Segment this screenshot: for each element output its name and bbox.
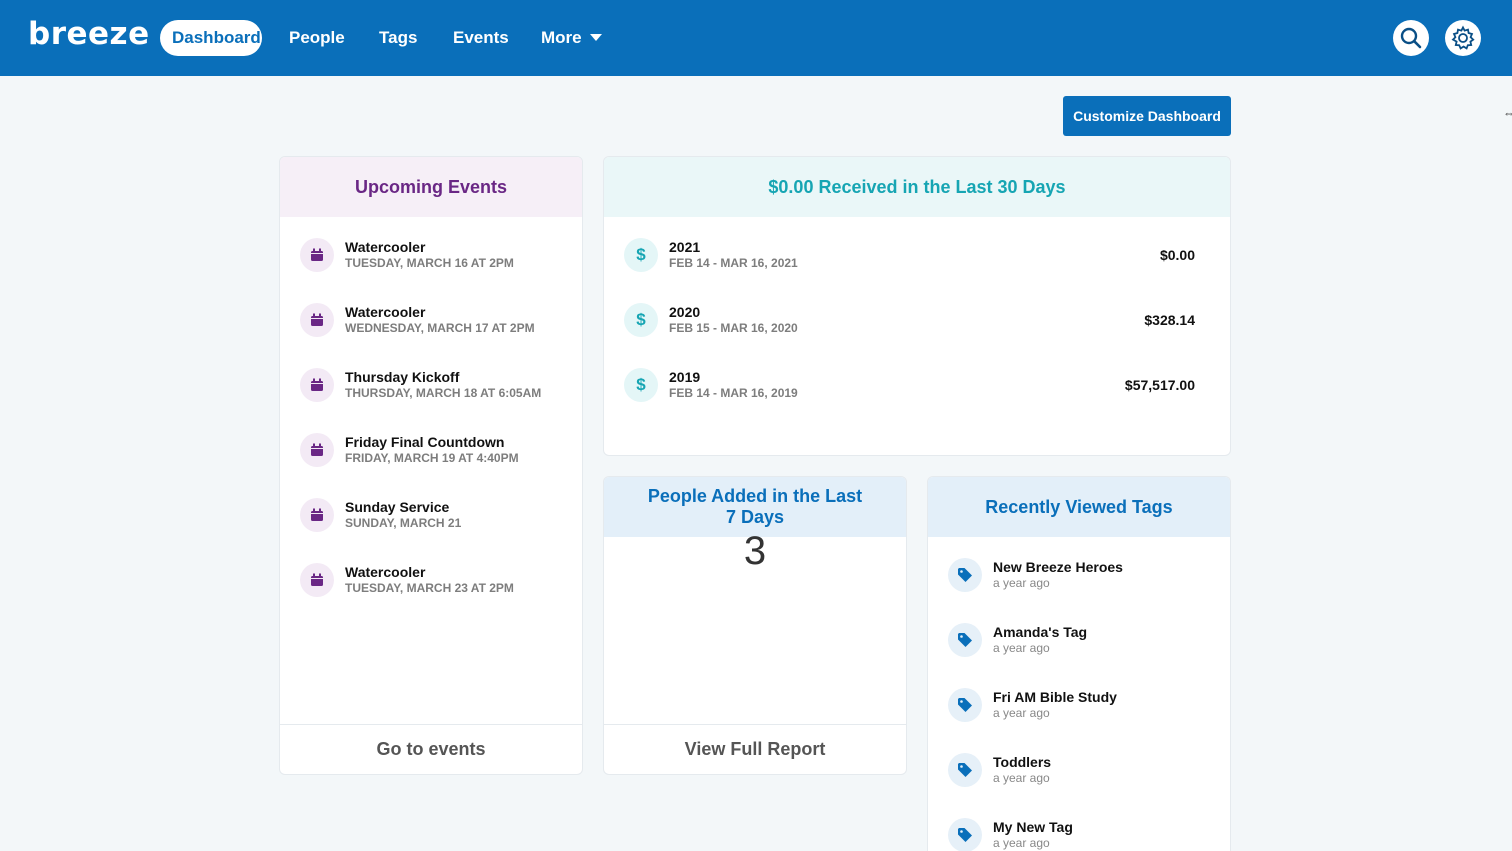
view-full-report-link[interactable]: View Full Report (604, 724, 906, 774)
nav-tags[interactable]: Tags (367, 20, 429, 56)
giving-range: FEB 14 - MAR 16, 2019 (669, 386, 798, 400)
event-name: Sunday Service (345, 499, 450, 515)
nav-people[interactable]: People (277, 20, 357, 56)
tag-icon (948, 623, 982, 657)
tag-item[interactable]: Toddlers a year ago (948, 750, 1210, 790)
tag-icon (948, 688, 982, 722)
dollar-icon: $ (624, 238, 658, 272)
top-navigation-bar: breeze Dashboard People Tags Events More (0, 0, 1512, 76)
event-name: Friday Final Countdown (345, 434, 505, 450)
recent-tags-title: Recently Viewed Tags (928, 477, 1230, 537)
giving-card: $0.00 Received in the Last 30 Days $ 202… (603, 156, 1231, 456)
event-name: Thursday Kickoff (345, 369, 460, 385)
upcoming-events-title: Upcoming Events (280, 157, 582, 217)
tag-name: Fri AM Bible Study (993, 689, 1117, 705)
tag-icon (948, 753, 982, 787)
nav-more[interactable]: More (529, 20, 614, 56)
go-to-events-link[interactable]: Go to events (280, 724, 582, 774)
customize-dashboard-button[interactable]: Customize Dashboard (1063, 96, 1231, 136)
tag-viewed-time: a year ago (993, 771, 1050, 785)
event-date: FRIDAY, MARCH 19 AT 4:40PM (345, 451, 519, 465)
event-date: THURSDAY, MARCH 18 AT 6:05AM (345, 386, 542, 400)
calendar-icon (300, 238, 334, 272)
tag-icon (948, 558, 982, 592)
tag-name: My New Tag (993, 819, 1073, 835)
giving-year: 2021 (669, 239, 701, 255)
chevron-down-icon (589, 34, 602, 41)
breeze-logo[interactable]: breeze (28, 16, 150, 52)
tag-viewed-time: a year ago (993, 641, 1050, 655)
giving-range: FEB 15 - MAR 16, 2020 (669, 321, 798, 335)
search-button[interactable] (1393, 20, 1429, 56)
giving-amount: $328.14 (1144, 312, 1195, 328)
giving-year: 2019 (669, 369, 701, 385)
tag-icon (948, 818, 982, 851)
event-item[interactable]: Watercooler TUESDAY, MARCH 23 AT 2PM (300, 560, 562, 600)
event-date: WEDNESDAY, MARCH 17 AT 2PM (345, 321, 535, 335)
tag-viewed-time: a year ago (993, 836, 1050, 850)
people-added-count: 3 (743, 529, 767, 573)
event-date: TUESDAY, MARCH 16 AT 2PM (345, 256, 514, 270)
tag-item[interactable]: My New Tag a year ago (948, 815, 1210, 851)
dollar-icon: $ (624, 368, 658, 402)
giving-row[interactable]: $ 2020 FEB 15 - MAR 16, 2020 $328.14 (624, 300, 1195, 340)
tag-name: Toddlers (993, 754, 1052, 770)
event-name: Watercooler (345, 304, 426, 320)
giving-title: $0.00 Received in the Last 30 Days (604, 157, 1230, 217)
giving-row[interactable]: $ 2021 FEB 14 - MAR 16, 2021 $0.00 (624, 235, 1195, 275)
event-item[interactable]: Watercooler TUESDAY, MARCH 16 AT 2PM (300, 235, 562, 275)
event-item[interactable]: Sunday Service SUNDAY, MARCH 21 (300, 495, 562, 535)
tag-name: New Breeze Heroes (993, 559, 1123, 575)
giving-amount: $57,517.00 (1124, 377, 1195, 393)
tag-viewed-time: a year ago (993, 706, 1050, 720)
people-added-title: People Added in the Last 7 Days (604, 477, 906, 537)
people-added-card: People Added in the Last 7 Days 3 View F… (603, 476, 907, 775)
event-name: Watercooler (345, 239, 426, 255)
upcoming-events-card: Upcoming Events Watercooler TUESDAY, MARC… (279, 156, 583, 775)
calendar-icon (300, 498, 334, 532)
tag-item[interactable]: New Breeze Heroes a year ago (948, 555, 1210, 595)
event-item[interactable]: Watercooler WEDNESDAY, MARCH 17 AT 2PM (300, 300, 562, 340)
tag-viewed-time: a year ago (993, 576, 1050, 590)
resize-cursor-icon: ⇔ (1503, 106, 1512, 120)
calendar-icon (300, 368, 334, 402)
event-name: Watercooler (345, 564, 426, 580)
calendar-icon (300, 433, 334, 467)
tag-item[interactable]: Amanda's Tag a year ago (948, 620, 1210, 660)
giving-row[interactable]: $ 2019 FEB 14 - MAR 16, 2019 $57,517.00 (624, 365, 1195, 405)
gear-icon (1451, 25, 1475, 50)
event-item[interactable]: Thursday Kickoff THURSDAY, MARCH 18 AT 6:… (300, 365, 562, 405)
nav-dashboard[interactable]: Dashboard (160, 20, 262, 56)
giving-range: FEB 14 - MAR 16, 2021 (669, 256, 798, 270)
settings-button[interactable] (1445, 20, 1481, 56)
calendar-icon (300, 563, 334, 597)
event-item[interactable]: Friday Final Countdown FRIDAY, MARCH 19 A… (300, 430, 562, 470)
tag-name: Amanda's Tag (993, 624, 1088, 640)
nav-events[interactable]: Events (441, 20, 521, 56)
tag-item[interactable]: Fri AM Bible Study a year ago (948, 685, 1210, 725)
recent-tags-card: Recently Viewed Tags New Breeze Heroes a … (927, 476, 1231, 851)
giving-year: 2020 (669, 304, 701, 320)
event-date: SUNDAY, MARCH 21 (345, 516, 462, 530)
search-icon (1400, 27, 1422, 49)
giving-amount: $0.00 (1159, 247, 1195, 263)
nav-more-label: More (541, 28, 582, 47)
calendar-icon (300, 303, 334, 337)
event-date: TUESDAY, MARCH 23 AT 2PM (345, 581, 514, 595)
dollar-icon: $ (624, 303, 658, 337)
